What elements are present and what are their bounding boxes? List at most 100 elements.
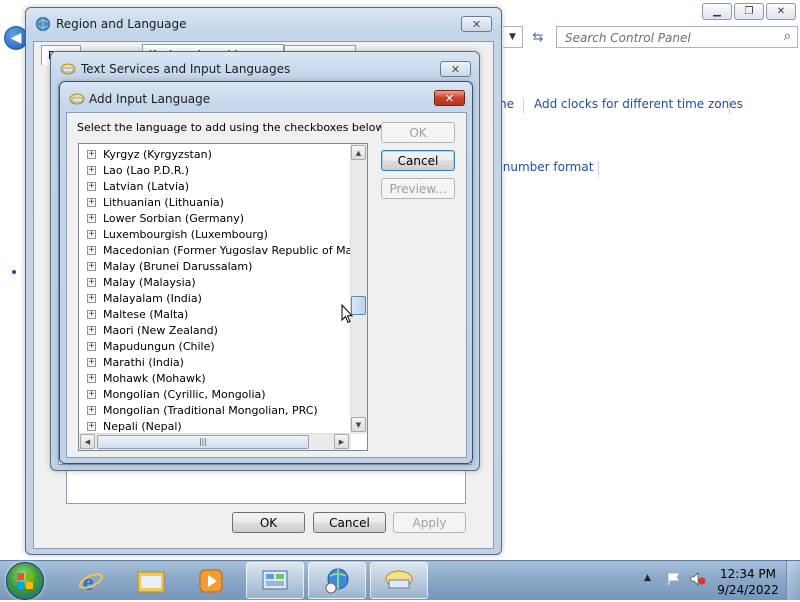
search-placeholder: Search Control Panel bbox=[565, 31, 691, 45]
tree-item[interactable]: + Luxembourgish (Luxembourg) bbox=[87, 226, 268, 242]
expand-plus-icon[interactable]: + bbox=[87, 245, 96, 255]
taskbar-region-language[interactable] bbox=[308, 562, 366, 599]
expand-plus-icon[interactable]: + bbox=[87, 213, 96, 223]
tree-item[interactable]: + Maori (New Zealand) bbox=[87, 322, 218, 338]
tree-item-label: Lithuanian (Lithuania) bbox=[103, 195, 224, 209]
folder-icon bbox=[137, 571, 165, 592]
preview-button[interactable]: Preview... bbox=[381, 178, 455, 199]
expand-plus-icon[interactable]: + bbox=[87, 181, 96, 191]
globe-icon bbox=[36, 17, 50, 31]
tree-item[interactable]: + Lao (Lao P.D.R.) bbox=[87, 162, 189, 178]
tree-item[interactable]: + Maltese (Malta) bbox=[87, 306, 188, 322]
taskbar-media-player[interactable] bbox=[182, 562, 240, 599]
expand-plus-icon[interactable]: + bbox=[87, 149, 96, 159]
language-tree[interactable]: + Kyrgyz (Kyrgyzstan) + Lao (Lao P.D.R.) + La… bbox=[78, 143, 368, 451]
minimize-button[interactable]: ▁ bbox=[702, 3, 732, 20]
search-icon[interactable]: ⌕ bbox=[784, 29, 791, 44]
tree-item[interactable]: + Lithuanian (Lithuania) bbox=[87, 194, 224, 210]
address-dropdown-icon[interactable]: ▼ bbox=[503, 26, 523, 48]
apply-button[interactable]: Apply bbox=[393, 512, 466, 533]
refresh-icon[interactable]: ⇆ bbox=[527, 26, 549, 48]
scroll-right-icon[interactable]: ▶ bbox=[334, 434, 349, 449]
expand-plus-icon[interactable]: + bbox=[87, 373, 96, 383]
close-icon[interactable]: ✕ bbox=[440, 61, 471, 77]
window-title: Region and Language bbox=[56, 17, 187, 31]
tree-item[interactable]: + Mongolian (Traditional Mongolian, PRC) bbox=[87, 402, 318, 418]
tree-item[interactable]: + Mongolian (Cyrillic, Mongolia) bbox=[87, 386, 266, 402]
link-number-format[interactable]: r number format bbox=[494, 160, 593, 174]
search-input[interactable]: Search Control Panel ⌕ bbox=[556, 26, 798, 48]
tree-item[interactable]: + Mapudungun (Chile) bbox=[87, 338, 215, 354]
close-icon[interactable]: ✕ bbox=[461, 16, 492, 32]
scroll-thumb[interactable]: ||| bbox=[97, 435, 309, 449]
control-panel-icon bbox=[262, 570, 288, 589]
close-icon[interactable]: ✕ bbox=[766, 3, 796, 20]
horizontal-scrollbar[interactable]: ◀ ||| ▶ bbox=[79, 433, 351, 450]
link-separator bbox=[598, 161, 599, 177]
instruction-text: Select the language to add using the che… bbox=[77, 121, 387, 134]
tree-item-label: Nepali (Nepal) bbox=[103, 419, 182, 433]
close-icon[interactable]: ✕ bbox=[434, 90, 465, 106]
cancel-button[interactable]: Cancel bbox=[313, 512, 386, 533]
tree-item[interactable]: + Macedonian (Former Yugoslav Republic of… bbox=[87, 242, 367, 258]
ok-button[interactable]: OK bbox=[381, 122, 455, 143]
show-hidden-icons[interactable]: ▲ bbox=[644, 573, 651, 583]
link-time-zones[interactable]: Add clocks for different time zones bbox=[534, 97, 743, 111]
tree-item-label: Mongolian (Cyrillic, Mongolia) bbox=[103, 387, 266, 401]
show-desktop-button[interactable] bbox=[786, 561, 800, 600]
vertical-scrollbar[interactable]: ▲ ▼ bbox=[350, 144, 367, 434]
scroll-up-icon[interactable]: ▲ bbox=[351, 145, 366, 160]
tree-item[interactable]: + Kyrgyz (Kyrgyzstan) bbox=[87, 146, 212, 162]
scroll-down-icon[interactable]: ▼ bbox=[351, 417, 366, 432]
taskbar-ie[interactable]: e bbox=[62, 562, 120, 599]
clock-time: 12:34 PM bbox=[720, 567, 776, 581]
tree-item-label: Lower Sorbian (Germany) bbox=[103, 211, 245, 225]
expand-plus-icon[interactable]: + bbox=[87, 165, 96, 175]
tree-item-label: Mohawk (Mohawk) bbox=[103, 371, 206, 385]
expand-plus-icon[interactable]: + bbox=[87, 229, 96, 239]
tree-item-label: Kyrgyz (Kyrgyzstan) bbox=[103, 147, 212, 161]
link-separator bbox=[523, 98, 524, 114]
expand-plus-icon[interactable]: + bbox=[87, 261, 96, 271]
tree-item[interactable]: + Marathi (India) bbox=[87, 354, 184, 370]
expand-plus-icon[interactable]: + bbox=[87, 325, 96, 335]
tree-item-label: Latvian (Latvia) bbox=[103, 179, 190, 193]
taskbar-control-panel[interactable] bbox=[246, 562, 304, 599]
cancel-button[interactable]: Cancel bbox=[381, 150, 455, 171]
tree-item[interactable]: + Lower Sorbian (Germany) bbox=[87, 210, 244, 226]
tree-item-label: Malay (Malaysia) bbox=[103, 275, 196, 289]
tree-item-label: Lao (Lao P.D.R.) bbox=[103, 163, 189, 177]
maximize-button[interactable]: ❐ bbox=[734, 3, 764, 20]
expand-plus-icon[interactable]: + bbox=[87, 309, 96, 319]
tree-item-label: Maltese (Malta) bbox=[103, 307, 189, 321]
tree-item[interactable]: + Malay (Malaysia) bbox=[87, 274, 196, 290]
mouse-cursor-icon bbox=[341, 304, 353, 324]
tree-item[interactable]: + Malayalam (India) bbox=[87, 290, 202, 306]
tree-item-label: Malayalam (India) bbox=[103, 291, 202, 305]
expand-plus-icon[interactable]: + bbox=[87, 293, 96, 303]
tree-item[interactable]: + Malay (Brunei Darussalam) bbox=[87, 258, 252, 274]
expand-plus-icon[interactable]: + bbox=[87, 277, 96, 287]
start-button[interactable] bbox=[6, 562, 44, 600]
scroll-thumb[interactable] bbox=[351, 296, 366, 315]
taskbar-text-services[interactable] bbox=[370, 562, 428, 599]
tree-item-label: Luxembourgish (Luxembourg) bbox=[103, 227, 268, 241]
expand-plus-icon[interactable]: + bbox=[87, 405, 96, 415]
expand-plus-icon[interactable]: + bbox=[87, 389, 96, 399]
expand-plus-icon[interactable]: + bbox=[87, 357, 96, 367]
action-center-flag-icon[interactable] bbox=[667, 572, 681, 586]
taskbar-explorer[interactable] bbox=[122, 562, 180, 599]
bullet bbox=[12, 270, 16, 274]
tree-item[interactable]: + Nepali (Nepal) bbox=[87, 418, 182, 434]
expand-plus-icon[interactable]: + bbox=[87, 341, 96, 351]
volume-muted-icon[interactable] bbox=[690, 572, 706, 586]
clock[interactable]: 12:34 PM 9/24/2022 bbox=[716, 566, 780, 598]
media-player-icon bbox=[199, 569, 223, 592]
ok-button[interactable]: OK bbox=[232, 512, 305, 533]
tree-item-label: Maori (New Zealand) bbox=[103, 323, 218, 337]
expand-plus-icon[interactable]: + bbox=[87, 197, 96, 207]
expand-plus-icon[interactable]: + bbox=[87, 421, 96, 431]
tree-item[interactable]: + Mohawk (Mohawk) bbox=[87, 370, 206, 386]
tree-item[interactable]: + Latvian (Latvia) bbox=[87, 178, 189, 194]
scroll-left-icon[interactable]: ◀ bbox=[80, 434, 95, 449]
